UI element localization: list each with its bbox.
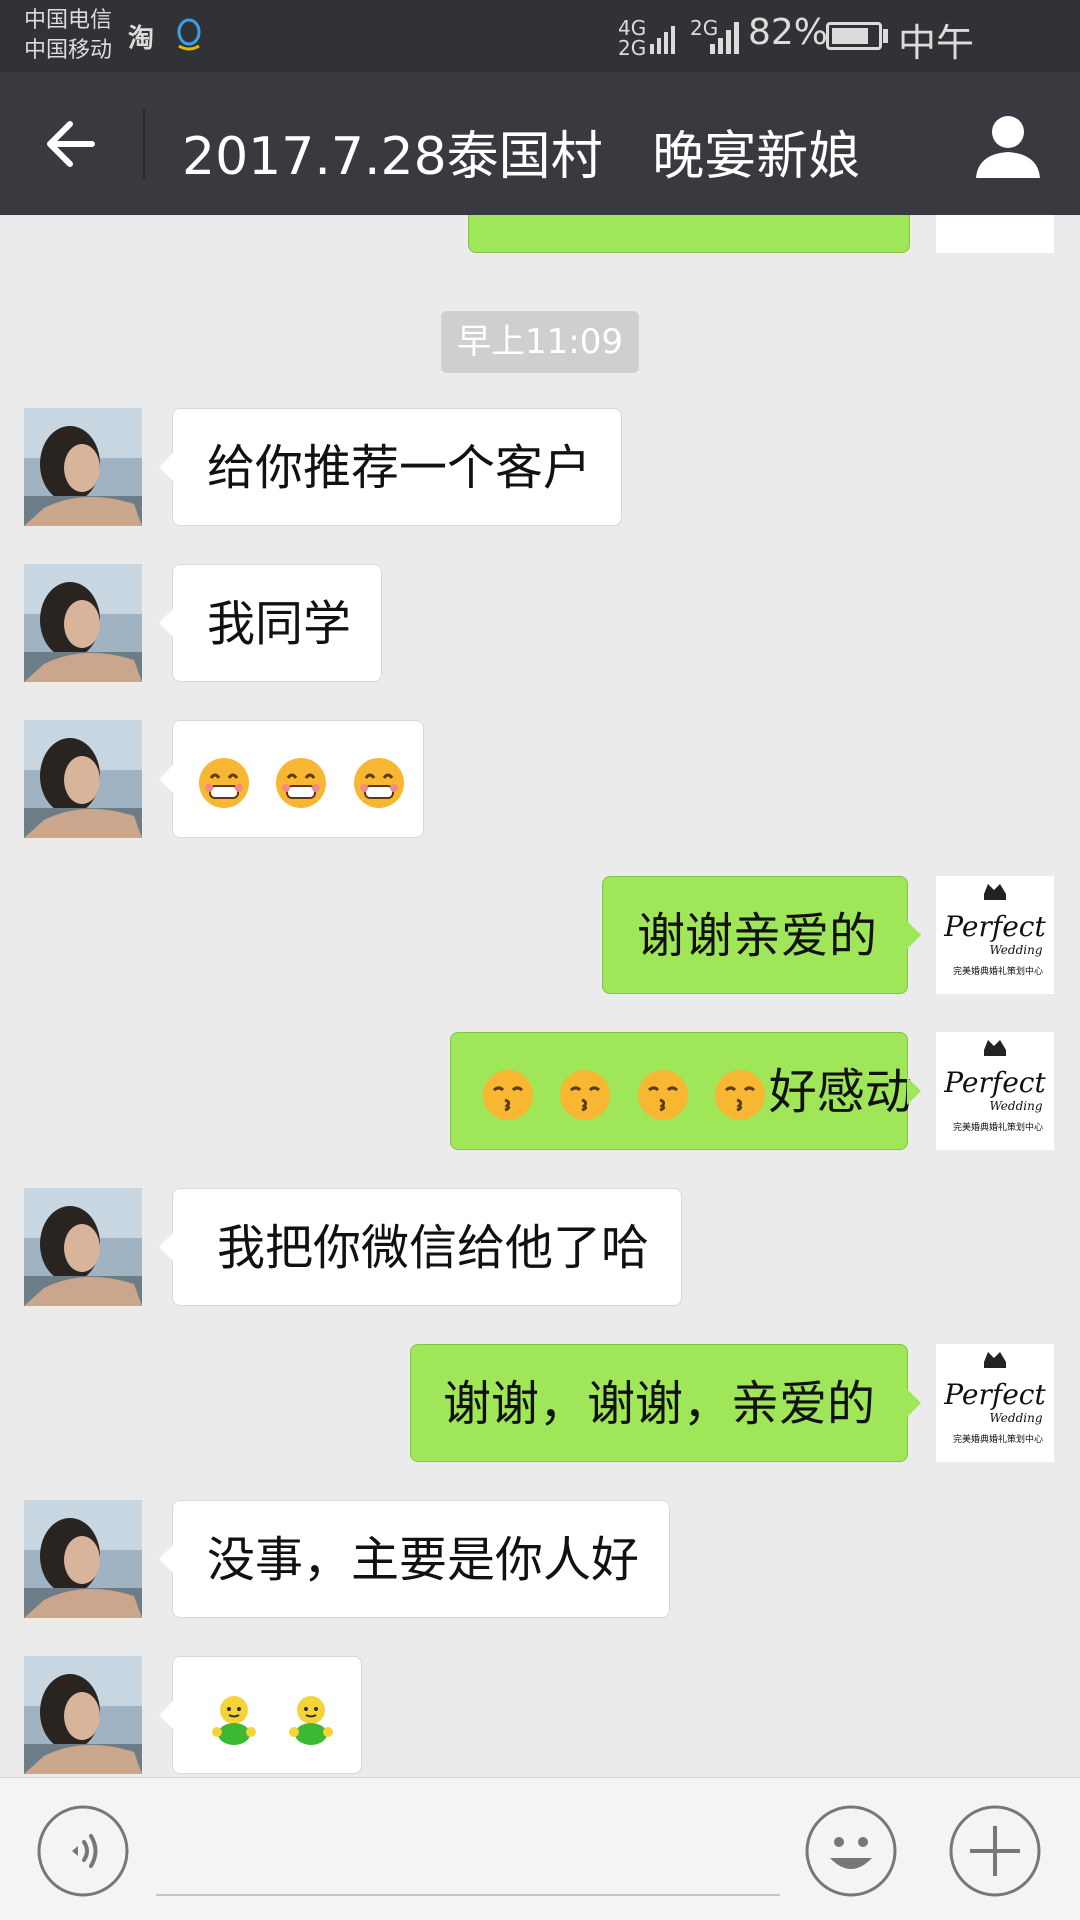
signal-icon [648, 16, 678, 60]
battery-fill [832, 28, 868, 44]
plus-icon [949, 1805, 1041, 1897]
svg-text:Wedding: Wedding [989, 1411, 1042, 1425]
svg-text:完美婚典婚礼策划中心: 完美婚典婚礼策划中心 [953, 1121, 1043, 1133]
message-bubble-outgoing-partial[interactable] [468, 215, 910, 253]
grin-emoji-icon [276, 758, 327, 808]
voice-input-button[interactable] [36, 1804, 130, 1898]
header-divider [143, 108, 145, 180]
message-bubble-outgoing[interactable]: 谢谢，谢谢，亲爱的 [410, 1344, 921, 1462]
svg-text:Perfect: Perfect [943, 1066, 1046, 1099]
battery-cap [883, 29, 888, 43]
own-avatar[interactable]: Perfect Wedding 完美婚典婚礼策划中心 [936, 1344, 1054, 1462]
chat-info-button[interactable] [970, 108, 1046, 184]
status-bar: 中国电信 中国移动 淘 4G 2G 2G 82% 中午11:11 [0, 0, 1080, 111]
chat-header: 2017.7.28泰国村 晚宴新娘 [0, 72, 1080, 215]
message-bubble-incoming[interactable] [159, 1656, 362, 1774]
own-avatar-partial[interactable] [936, 215, 1054, 253]
message-bubble-incoming[interactable]: 没事，主要是你人好 [159, 1500, 670, 1618]
green-figure-emoji-icon [289, 1696, 334, 1745]
contact-avatar[interactable] [24, 1188, 142, 1306]
network-type-label-2: 2G [618, 36, 647, 60]
emoji-button[interactable] [804, 1804, 898, 1898]
voice-icon [37, 1805, 129, 1897]
brand-script-text-2: Wedding [989, 943, 1042, 957]
contact-avatar[interactable] [24, 408, 142, 526]
more-options-button[interactable] [948, 1804, 1042, 1898]
message-text: 谢谢亲爱的 [637, 908, 878, 964]
contact-avatar[interactable] [24, 720, 142, 838]
kiss-emoji-icon [637, 1070, 688, 1120]
message-bubble-outgoing[interactable]: 谢谢亲爱的 [602, 876, 921, 994]
input-bar [0, 1777, 1080, 1920]
person-icon [976, 116, 1040, 178]
carrier-1: 中国电信 [24, 8, 113, 33]
svg-text:完美婚典婚礼策划中心: 完美婚典婚礼策划中心 [953, 1433, 1043, 1445]
svg-text:Wedding: Wedding [989, 1099, 1042, 1113]
contact-avatar[interactable] [24, 1656, 142, 1774]
battery-icon [826, 22, 882, 50]
message-bubble-incoming[interactable] [159, 720, 424, 838]
own-avatar[interactable]: Perfect Wedding 完美婚典婚礼策划中心 [936, 1032, 1054, 1150]
carrier-names: 中国电信 中国移动 [24, 6, 112, 66]
brand-caption: 完美婚典婚礼策划中心 [953, 965, 1043, 977]
signal-icon-2 [708, 16, 744, 60]
message-timestamp: 早上11:09 [441, 311, 639, 373]
contact-avatar[interactable] [24, 1500, 142, 1618]
message-text: 没事，主要是你人好 [207, 1532, 640, 1588]
contact-avatar[interactable] [24, 564, 142, 682]
kiss-emoji-icon [560, 1070, 611, 1120]
message-bubble-incoming[interactable]: 给你推荐一个客户 [159, 408, 622, 526]
message-text: 我同学 [207, 596, 352, 652]
carrier-2: 中国移动 [24, 38, 113, 63]
message-bubble-incoming[interactable]: 我同学 [159, 564, 382, 682]
svg-text:Perfect: Perfect [943, 1378, 1046, 1411]
message-input[interactable] [156, 1814, 780, 1896]
message-text: 好感动 [768, 1064, 913, 1120]
green-figure-emoji-icon [212, 1696, 256, 1745]
battery-percent: 82% [748, 12, 829, 53]
page-title: 2017.7.28泰国村 晚宴新娘 [182, 127, 861, 187]
grin-emoji-icon [199, 758, 249, 808]
message-bubble-incoming[interactable]: 我把你微信给他了哈 [159, 1188, 682, 1306]
message-text: 给你推荐一个客户 [207, 440, 592, 496]
kiss-emoji-icon [714, 1070, 765, 1120]
message-list[interactable]: 早上11:09 给你推荐一个客户 我同学 谢谢亲爱的 Perfect Weddin… [0, 215, 1080, 1777]
smiley-icon [805, 1805, 897, 1897]
message-text: 我把你微信给他了哈 [217, 1220, 650, 1276]
back-button[interactable] [40, 112, 104, 176]
taobao-icon: 淘 [128, 24, 155, 54]
kiss-emoji-icon [483, 1070, 533, 1120]
qq-notification-icon [174, 18, 204, 59]
brand-script-text: Perfect [943, 910, 1046, 943]
own-avatar[interactable]: Perfect Wedding 完美婚典婚礼策划中心 [936, 876, 1054, 994]
arrow-left-icon [47, 121, 95, 167]
message-bubble-outgoing[interactable]: 好感动 [450, 1032, 921, 1150]
message-text: 谢谢，谢谢，亲爱的 [443, 1376, 876, 1432]
grin-emoji-icon [353, 758, 404, 808]
